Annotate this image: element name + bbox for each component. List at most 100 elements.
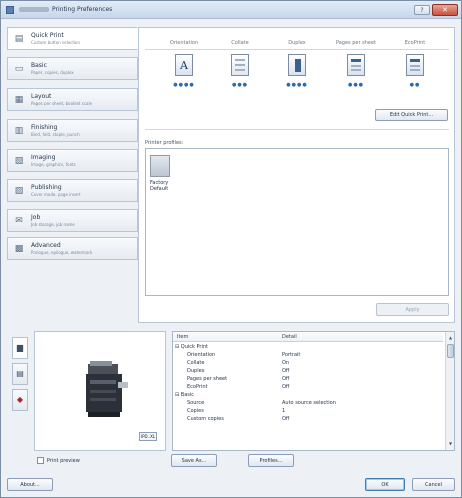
sidebar-item-basic[interactable]: ▭ Basic Paper, copies, duplex (7, 57, 138, 80)
scroll-down-icon[interactable]: ▼ (447, 440, 454, 447)
printer-profiles-list[interactable]: Factory Default (145, 148, 449, 296)
table-row[interactable]: Orientation Portrait (173, 351, 443, 359)
row-value: Off (282, 416, 290, 422)
sidebar-item-label: Quick Print (31, 32, 64, 39)
sidebar-item-label: Publishing (31, 184, 62, 191)
advanced-icon: ▩ (14, 244, 24, 254)
ecoprint-header: EcoPrint (404, 40, 426, 46)
color-tab-icon[interactable]: ◆ (12, 389, 28, 411)
printing-preferences-window: Printing Preferences ? ✕ ▤ Quick Print C… (0, 0, 462, 498)
table-row[interactable]: Pages per sheet Off (173, 375, 443, 383)
row-name: ⊟ Quick Print (175, 344, 209, 350)
document-tab-icon[interactable]: ▤ (12, 363, 28, 385)
ecoprint-icon[interactable] (406, 54, 424, 76)
about-button[interactable]: About... (7, 478, 53, 491)
settings-grid[interactable]: Item Detail ⊟ Quick Print Orientation Por… (172, 331, 455, 451)
sidebar-item-subtitle: Custom button selection (31, 40, 81, 45)
printer-app-icon (6, 6, 14, 14)
sidebar-item-subtitle: Bind, fold, staple, punch (31, 132, 80, 137)
edit-quick-print-button[interactable]: Edit Quick Print... (375, 109, 448, 121)
sidebar-item-subtitle: Cover mode, page insert (31, 192, 81, 197)
sidebar-item-advanced[interactable]: ▩ Advanced Prologue, epilogue, watermark (7, 237, 138, 260)
row-value: 1 (282, 408, 286, 414)
sidebar-item-job[interactable]: ✉ Job Job storage, job name (7, 209, 138, 232)
page-block (410, 59, 420, 62)
duplex-header: Duplex (288, 40, 306, 46)
quick-print-icon: ▤ (14, 34, 24, 44)
sidebar-item-label: Job (31, 214, 41, 221)
row-name: Source (187, 400, 205, 406)
apply-button[interactable]: Apply (376, 303, 449, 316)
table-row[interactable]: Collate On (173, 359, 443, 367)
sidebar-item-subtitle: Prologue, epilogue, watermark (31, 250, 93, 255)
sidebar-item-subtitle: Paper, copies, duplex (31, 70, 74, 75)
scroll-thumb[interactable] (447, 344, 454, 358)
sidebar-item-label: Advanced (31, 242, 61, 249)
collate-icon[interactable] (231, 54, 249, 76)
checkbox-box[interactable] (37, 457, 44, 464)
scroll-up-icon[interactable]: ▲ (447, 334, 454, 341)
printer-profiles-label: Printer profiles: (145, 140, 184, 146)
pages-per-sheet-icon[interactable] (347, 54, 365, 76)
table-row[interactable]: ⊟ Basic (173, 391, 443, 399)
row-name: Custom copies (187, 416, 224, 422)
finishing-icon: ▥ (14, 126, 24, 136)
close-button[interactable]: ✕ (432, 4, 458, 16)
row-name: Copies (187, 408, 204, 414)
collate-option-dots: ●●● (231, 82, 249, 88)
job-icon: ✉ (15, 216, 23, 226)
row-value: Off (282, 376, 290, 382)
row-name: EcoPrint (187, 384, 208, 390)
print-preview-label: Print preview (47, 458, 80, 464)
model-label: IPD..XL (139, 432, 157, 441)
column-header-detail[interactable]: Detail (282, 334, 297, 340)
printer-illustration (86, 361, 128, 417)
help-button[interactable]: ? (414, 5, 430, 15)
orientation-icon[interactable]: A (175, 54, 193, 76)
page-line (351, 69, 361, 71)
collate-page-line (235, 59, 245, 61)
row-value: Off (282, 384, 290, 390)
window-title-text: Printing Preferences (52, 6, 113, 13)
duplex-icon[interactable] (288, 54, 306, 76)
table-row[interactable]: EcoPrint Off (173, 383, 443, 391)
table-row[interactable]: ⊟ Quick Print (173, 343, 443, 351)
profiles-button[interactable]: Profiles... (248, 454, 294, 467)
profile-name[interactable]: Factory Default (150, 180, 168, 192)
grid-scrollbar[interactable]: ▲ ▼ (445, 332, 454, 450)
ok-button[interactable]: OK (365, 478, 405, 491)
duplex-option-dots: ●●●● (286, 82, 308, 88)
row-value: Portrait (282, 352, 301, 358)
sidebar-item-imaging[interactable]: ▧ Imaging Image, graphics, fonts (7, 149, 138, 172)
row-value: Off (282, 368, 290, 374)
ecoprint-option-dots: ●● (409, 82, 421, 88)
redacted-printer-name (19, 7, 49, 12)
window-title: Printing Preferences (19, 6, 112, 13)
sidebar-item-quick-print[interactable]: ▤ Quick Print Custom button selection (7, 27, 138, 50)
column-header-item[interactable]: Item (177, 334, 188, 340)
table-row[interactable]: Source Auto source selection (173, 399, 443, 407)
sidebar-item-label: Layout (31, 93, 52, 100)
sidebar-item-layout[interactable]: ▦ Layout Pages per sheet, booklet scale (7, 88, 138, 111)
table-row[interactable]: Copies 1 (173, 407, 443, 415)
save-as-button[interactable]: Save As... (171, 454, 217, 467)
profile-name-line: Default (150, 186, 169, 192)
sidebar-item-publishing[interactable]: ▨ Publishing Cover mode, page insert (7, 179, 138, 202)
sidebar-item-subtitle: Image, graphics, fonts (31, 162, 76, 167)
profile-icon[interactable] (150, 155, 170, 177)
table-row[interactable]: Duplex Off (173, 367, 443, 375)
table-row[interactable]: Custom copies Off (173, 415, 443, 423)
title-bar: Printing Preferences ? ✕ (1, 1, 461, 19)
layout-icon: ▦ (14, 95, 24, 105)
row-name: Orientation (187, 352, 216, 358)
printer-icon: ▭ (14, 64, 24, 74)
row-name: Duplex (187, 368, 205, 374)
cancel-button[interactable]: Cancel (412, 478, 455, 491)
row-name: ⊟ Basic (175, 392, 195, 398)
sidebar-item-subtitle: Pages per sheet, booklet scale (31, 101, 93, 106)
print-preview-checkbox[interactable]: Print preview (37, 457, 80, 464)
imaging-icon: ▧ (14, 156, 24, 166)
sidebar-item-label: Imaging (31, 154, 56, 161)
sidebar-item-finishing[interactable]: ▥ Finishing Bind, fold, staple, punch (7, 119, 138, 142)
printer-tab-icon[interactable]: ▆ (12, 337, 28, 359)
